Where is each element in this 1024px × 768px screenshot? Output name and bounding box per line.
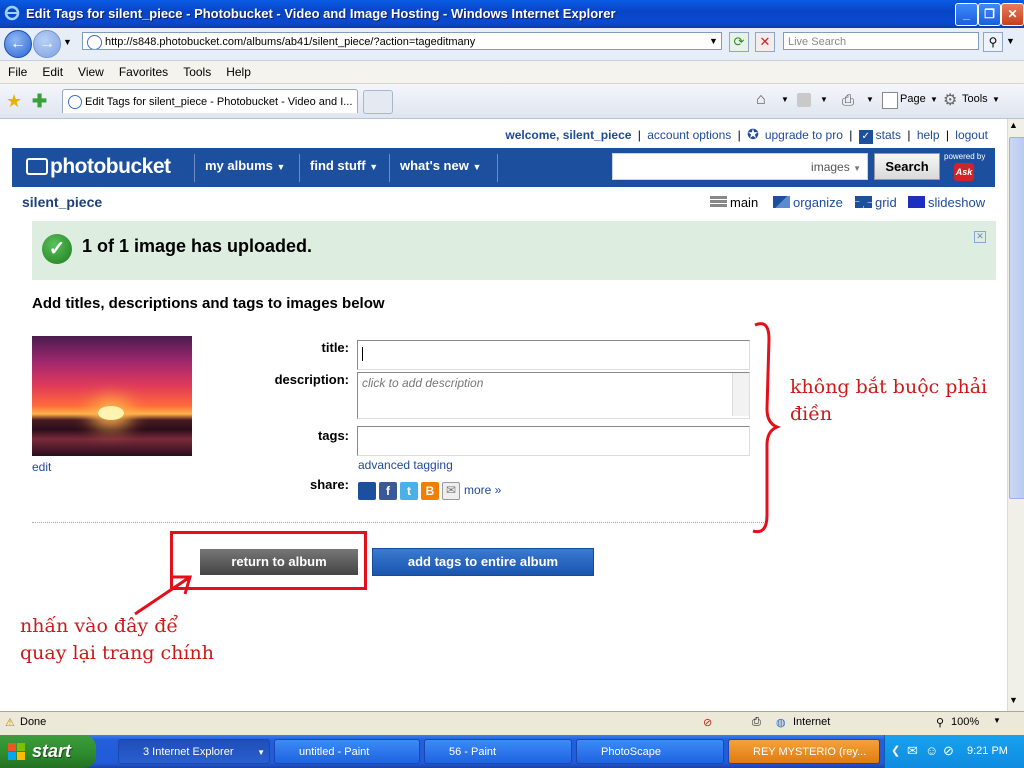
search-options-icon[interactable]: ▼ <box>1006 36 1015 46</box>
security-zone: Internet <box>793 716 831 728</box>
menu-favorites[interactable]: Favorites <box>111 61 175 79</box>
zoom-icon: ⚲ <box>936 717 945 729</box>
protected-mode-icon: ⎙ <box>752 716 761 728</box>
tab-toolbar: ★ ✚ Edit Tags for silent_piece - Photobu… <box>0 84 1024 119</box>
close-button[interactable]: ✕ <box>1001 3 1024 26</box>
zoom-level[interactable]: 100% <box>951 716 979 728</box>
task-internet-explorer[interactable]: 3 Internet Explorer ▼ <box>118 739 270 764</box>
tray-security-icon[interactable]: ⊘ <box>943 743 954 759</box>
popup-blocked-icon: ⊘ <box>703 717 713 729</box>
feeds-dropdown-icon[interactable]: ▼ <box>820 95 828 104</box>
menu-bar: File Edit View Favorites Tools Help <box>0 61 1024 84</box>
address-url-text: http://s848.photobucket.com/albums/ab41/… <box>105 36 476 48</box>
new-tab-button[interactable] <box>363 90 393 114</box>
gear-icon: ⚙ <box>943 92 958 109</box>
search-icon[interactable]: ⚲ <box>983 32 1003 52</box>
home-icon[interactable]: ⌂ <box>756 91 766 109</box>
address-toolbar: ← → ▼ http://s848.photobucket.com/albums… <box>0 28 1024 61</box>
page-menu-icon <box>882 92 898 109</box>
tab-label: Edit Tags for silent_piece - Photobucket… <box>85 96 353 108</box>
menu-edit[interactable]: Edit <box>34 61 70 79</box>
menu-help[interactable]: Help <box>218 61 258 79</box>
menu-tools[interactable]: Tools <box>175 61 218 79</box>
task-56-paint[interactable]: 56 - Paint <box>424 739 572 764</box>
start-button[interactable]: start <box>0 735 96 768</box>
page-menu[interactable]: Page <box>900 93 926 105</box>
back-button[interactable]: ← <box>4 30 32 58</box>
task-photoscape[interactable]: PhotoScape <box>576 739 724 764</box>
favorites-star-icon[interactable]: ★ <box>6 91 22 112</box>
tools-menu[interactable]: Tools <box>962 93 988 105</box>
web-page: welcome, silent_piece | account options … <box>0 119 1007 711</box>
menu-file[interactable]: File <box>0 61 34 79</box>
print-dropdown-icon[interactable]: ▼ <box>866 95 874 104</box>
scrollbar-thumb[interactable] <box>1009 137 1024 499</box>
ie-logo-icon <box>4 5 20 21</box>
home-dropdown-icon[interactable]: ▼ <box>781 95 789 104</box>
tray-app-icon[interactable]: ✉ <box>907 743 918 759</box>
status-bar: ⚠ Done ⊘ ⎙ ◍ Internet ⚲ 100% ▼ <box>0 711 1024 736</box>
minimize-button[interactable]: _ <box>955 3 978 26</box>
windows-taskbar: start 3 Internet Explorer ▼ untitled - Pa… <box>0 735 1024 768</box>
zoom-dropdown-icon[interactable]: ▼ <box>993 716 1001 725</box>
annotation-optional: không bắt buộc phải điền <box>790 374 987 428</box>
window-titlebar[interactable]: Edit Tags for silent_piece - Photobucket… <box>0 0 1024 28</box>
start-label: start <box>32 741 72 761</box>
page-scrollbar[interactable]: ▲ ▼ <box>1007 119 1024 711</box>
page-icon <box>87 35 102 49</box>
add-favorite-icon[interactable]: ✚ <box>32 91 47 112</box>
annotation-optional-line1: không bắt buộc phải <box>790 376 988 398</box>
warning-icon: ⚠ <box>5 717 15 729</box>
annotation-return-line1: nhấn vào đây để <box>20 615 179 637</box>
scroll-down-icon[interactable]: ▼ <box>1009 695 1018 705</box>
refresh-icon[interactable]: ⟳ <box>729 32 749 52</box>
annotation-brace <box>752 322 782 534</box>
tray-expand-icon[interactable]: ❮ <box>891 744 900 757</box>
system-tray: ❮ ✉ ☺ ⊘ 9:21 PM <box>884 735 1024 768</box>
print-icon[interactable]: ⎙ <box>842 92 854 109</box>
status-text: Done <box>20 716 47 728</box>
task-label: PhotoScape <box>601 746 661 758</box>
forward-button[interactable]: → <box>33 30 61 58</box>
annotation-optional-line2: điền <box>790 403 833 425</box>
chevron-down-icon: ▼ <box>257 748 265 757</box>
history-dropdown-icon[interactable]: ▼ <box>63 37 72 47</box>
window-title: Edit Tags for silent_piece - Photobucket… <box>26 6 616 21</box>
task-label: untitled - Paint <box>299 746 370 758</box>
globe-icon: ◍ <box>776 717 786 729</box>
windows-logo-icon <box>8 743 25 760</box>
tab-page-icon <box>68 95 82 109</box>
task-label: REY MYSTERIO (rey... <box>753 746 867 758</box>
annotation-arrow <box>134 575 193 616</box>
address-input[interactable]: http://s848.photobucket.com/albums/ab41/… <box>82 32 722 50</box>
maximize-button[interactable]: ❐ <box>978 3 1001 26</box>
annotation-return-line2: quay lại trang chính <box>20 642 214 664</box>
stop-icon[interactable]: ✕ <box>755 32 775 52</box>
tab-photobucket[interactable]: Edit Tags for silent_piece - Photobucket… <box>62 89 358 113</box>
clock[interactable]: 9:21 PM <box>967 745 1008 757</box>
feeds-icon[interactable] <box>797 93 811 107</box>
task-untitled-paint[interactable]: untitled - Paint <box>274 739 420 764</box>
task-rey-mysterio[interactable]: REY MYSTERIO (rey... <box>728 739 880 764</box>
address-dropdown-icon[interactable]: ▼ <box>709 36 718 46</box>
menu-view[interactable]: View <box>70 61 111 79</box>
scroll-up-icon[interactable]: ▲ <box>1009 120 1018 130</box>
tools-dropdown-icon[interactable]: ▼ <box>992 95 1000 104</box>
tray-messenger-icon[interactable]: ☺ <box>925 743 938 758</box>
page-dropdown-icon[interactable]: ▼ <box>930 95 938 104</box>
live-search-input[interactable]: Live Search <box>783 32 979 50</box>
annotation-return: nhấn vào đây để quay lại trang chính <box>20 613 214 667</box>
task-label: 56 - Paint <box>449 746 497 758</box>
task-label: 3 Internet Explorer <box>143 746 234 758</box>
